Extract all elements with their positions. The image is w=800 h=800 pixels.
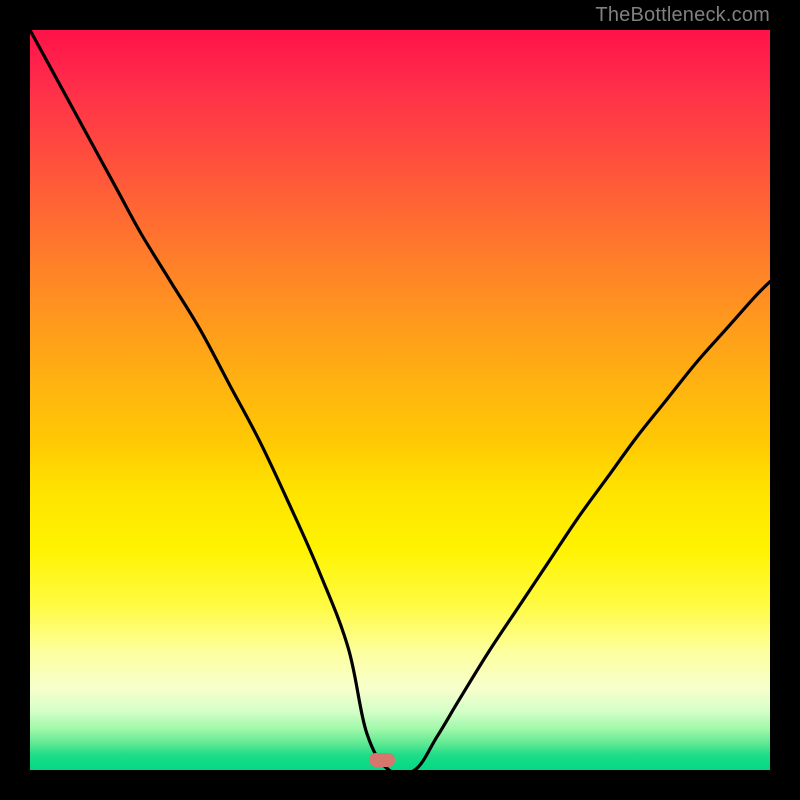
watermark-text: TheBottleneck.com: [595, 4, 770, 27]
bottleneck-curve: [30, 30, 770, 770]
plot-area: [30, 30, 770, 770]
vertex-marker: [369, 753, 395, 767]
chart-frame: TheBottleneck.com: [0, 0, 800, 800]
